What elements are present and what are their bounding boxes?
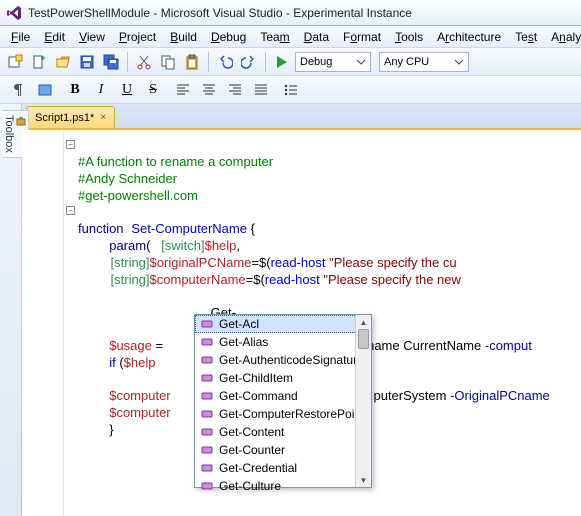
- config-select[interactable]: Debug: [295, 52, 371, 72]
- toolbar-separator: [208, 52, 209, 72]
- menu-architecture[interactable]: Architecture: [430, 28, 508, 46]
- cmdlet-icon: [201, 354, 213, 366]
- bold-button[interactable]: B: [64, 79, 86, 101]
- intellisense-item[interactable]: Get-Content: [195, 423, 371, 441]
- intellisense-item[interactable]: Get-ChildItem: [195, 369, 371, 387]
- toolbox-panel[interactable]: Toolbox: [0, 104, 22, 516]
- underline-button[interactable]: U: [116, 79, 138, 101]
- standard-toolbar: Debug Any CPU: [0, 48, 581, 76]
- align-left-button[interactable]: [172, 79, 194, 101]
- open-button[interactable]: [52, 51, 74, 73]
- toolbar-separator: [265, 52, 266, 72]
- outline-toggle[interactable]: −: [66, 206, 75, 215]
- menu-file[interactable]: File: [4, 28, 37, 46]
- document-tab[interactable]: Script1.ps1* ×: [26, 106, 115, 128]
- menu-format[interactable]: Format: [336, 28, 388, 46]
- toolbar-separator: [127, 52, 128, 72]
- menu-test[interactable]: Test: [508, 28, 544, 46]
- cmdlet-icon: [201, 336, 213, 348]
- cmdlet-icon: [201, 480, 213, 492]
- strike-button[interactable]: S: [142, 79, 164, 101]
- menu-team[interactable]: Team: [253, 28, 296, 46]
- cmdlet-icon: [201, 390, 213, 402]
- redo-button[interactable]: [238, 51, 260, 73]
- platform-select[interactable]: Any CPU: [379, 52, 469, 72]
- window-title: TestPowerShellModule - Microsoft Visual …: [28, 6, 412, 20]
- scroll-down-arrow[interactable]: ▼: [356, 473, 371, 487]
- chevron-down-icon: [452, 55, 466, 69]
- copy-button[interactable]: [157, 51, 179, 73]
- intellisense-item[interactable]: Get-Command: [195, 387, 371, 405]
- align-center-button[interactable]: [198, 79, 220, 101]
- code-editor[interactable]: − − #A function to rename a computer #An…: [22, 130, 581, 516]
- new-project-button[interactable]: [4, 51, 26, 73]
- editor-gutter: [22, 130, 64, 516]
- platform-value: Any CPU: [384, 56, 429, 68]
- cmdlet-icon: [201, 372, 213, 384]
- workspace: Toolbox Script1.ps1* × − − #A function t…: [0, 104, 581, 516]
- para-icon[interactable]: [8, 79, 30, 101]
- menu-bar: File Edit View Project Build Debug Team …: [0, 26, 581, 48]
- menu-project[interactable]: Project: [112, 28, 163, 46]
- cut-button[interactable]: [133, 51, 155, 73]
- intellisense-item[interactable]: Get-Counter: [195, 441, 371, 459]
- intellisense-item[interactable]: Get-AuthenticodeSignature: [195, 351, 371, 369]
- intellisense-popup[interactable]: Get-Acl Get-Alias Get-AuthenticodeSignat…: [194, 314, 372, 488]
- menu-tools[interactable]: Tools: [388, 28, 430, 46]
- bullet-list-button[interactable]: [280, 79, 302, 101]
- save-all-button[interactable]: [100, 51, 122, 73]
- italic-button[interactable]: I: [90, 79, 112, 101]
- intellisense-item[interactable]: Get-Credential: [195, 459, 371, 477]
- block-icon[interactable]: [34, 79, 56, 101]
- vs-logo-icon: [6, 5, 22, 21]
- cmdlet-icon: [201, 426, 213, 438]
- cmdlet-icon: [201, 318, 213, 330]
- cmdlet-icon: [201, 444, 213, 456]
- document-well: Script1.ps1* × − − #A function to rename…: [22, 104, 581, 516]
- intellisense-item[interactable]: Get-ComputerRestorePoint: [195, 405, 371, 423]
- config-value: Debug: [300, 56, 332, 68]
- title-bar: TestPowerShellModule - Microsoft Visual …: [0, 0, 581, 26]
- save-button[interactable]: [76, 51, 98, 73]
- document-tab-label: Script1.ps1*: [35, 112, 94, 124]
- add-item-button[interactable]: [28, 51, 50, 73]
- align-right-button[interactable]: [224, 79, 246, 101]
- menu-analyze[interactable]: Analyze: [544, 28, 581, 46]
- intellisense-item[interactable]: Get-Acl: [195, 315, 371, 333]
- tab-close-button[interactable]: ×: [100, 112, 106, 123]
- format-toolbar: B I U S: [0, 76, 581, 104]
- menu-debug[interactable]: Debug: [204, 28, 253, 46]
- outline-toggle[interactable]: −: [66, 140, 75, 149]
- cmdlet-icon: [201, 408, 213, 420]
- paste-button[interactable]: [181, 51, 203, 73]
- start-debug-button[interactable]: [271, 51, 293, 73]
- document-tab-row: Script1.ps1* ×: [22, 104, 581, 130]
- undo-button[interactable]: [214, 51, 236, 73]
- cmdlet-icon: [201, 462, 213, 474]
- intellisense-scrollbar[interactable]: ▲ ▼: [355, 315, 371, 487]
- scroll-up-arrow[interactable]: ▲: [356, 315, 371, 329]
- intellisense-item[interactable]: Get-Alias: [195, 333, 371, 351]
- menu-build[interactable]: Build: [163, 28, 204, 46]
- intellisense-item[interactable]: Get-Culture: [195, 477, 371, 495]
- menu-data[interactable]: Data: [297, 28, 336, 46]
- menu-view[interactable]: View: [72, 28, 112, 46]
- align-justify-button[interactable]: [250, 79, 272, 101]
- menu-edit[interactable]: Edit: [37, 28, 72, 46]
- chevron-down-icon: [354, 55, 368, 69]
- toolbox-icon: [15, 115, 27, 127]
- scroll-thumb[interactable]: [358, 329, 369, 349]
